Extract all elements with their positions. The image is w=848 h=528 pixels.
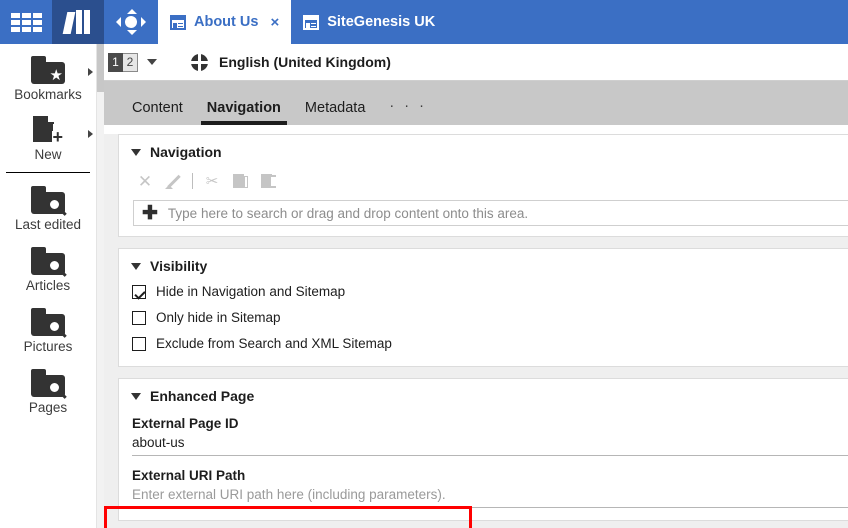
folder-search-icon <box>31 369 67 398</box>
sidebar-item-label: Bookmarks <box>14 87 82 102</box>
close-icon[interactable]: × <box>270 14 279 31</box>
checkbox-only-hide-in-sitemap[interactable] <box>132 310 146 325</box>
enhanced-page-panel-title: Enhanced Page <box>150 388 255 404</box>
sidebar-item-bookmarks[interactable]: ★ Bookmarks <box>0 44 96 102</box>
form-scroll-area: Navigation ✕ ✂ ✚ Type here to search or … <box>104 134 848 528</box>
sidebar-item-pictures[interactable]: Pictures <box>0 293 96 354</box>
document-tab-sitegenesis-uk[interactable]: SiteGenesis UK <box>291 0 448 44</box>
edit-pencil-icon[interactable] <box>159 169 187 193</box>
document-tabs: About Us × SiteGenesis UK <box>158 0 448 44</box>
navigator-button[interactable] <box>104 0 158 44</box>
checkbox-row-only-hide-in-sitemap[interactable]: Only hide in Sitemap <box>119 299 848 325</box>
application-window: About Us × SiteGenesis UK ★ Bookmarks + … <box>0 0 848 528</box>
enhanced-page-panel: Enhanced Page External Page ID about-us … <box>118 378 848 521</box>
books-logo-icon <box>62 10 91 34</box>
version-alternate[interactable]: 2 <box>123 52 138 72</box>
sidebar-item-last-edited[interactable]: Last edited <box>0 173 96 232</box>
external-uri-path-input[interactable]: Enter external URI path here (including … <box>132 487 848 508</box>
sidebar-item-label: Last edited <box>14 217 82 232</box>
sidebar-item-new[interactable]: + New <box>0 102 96 162</box>
grid-apps-icon <box>10 12 42 32</box>
top-navigation-bar: About Us × SiteGenesis UK <box>0 0 848 44</box>
page-tab-strip: Content Navigation Metadata · · · <box>104 81 848 125</box>
visibility-panel-header[interactable]: Visibility <box>119 258 848 274</box>
copy-icon[interactable] <box>226 169 254 193</box>
page-icon <box>170 14 186 30</box>
version-selected[interactable]: 1 <box>108 52 123 72</box>
sidebar-item-label: New <box>34 147 62 162</box>
document-tab-label: SiteGenesis UK <box>327 14 436 30</box>
triangle-down-icon[interactable] <box>131 148 141 156</box>
external-page-id-input[interactable]: about-us <box>132 435 848 456</box>
checkbox-label: Hide in Navigation and Sitemap <box>156 284 346 299</box>
version-switch[interactable]: 1 2 <box>108 52 138 72</box>
paste-icon[interactable] <box>254 169 282 193</box>
checkbox-row-hide-in-navigation[interactable]: Hide in Navigation and Sitemap <box>119 274 848 299</box>
checkbox-label: Exclude from Search and XML Sitemap <box>156 336 392 351</box>
document-tab-about-us[interactable]: About Us × <box>158 0 292 44</box>
left-sidebar: ★ Bookmarks + New Last edited Articles P… <box>0 44 105 528</box>
checkbox-label: Only hide in Sitemap <box>156 310 281 325</box>
locale-bar: 1 2 English (United Kingdom) <box>104 44 848 81</box>
navigation-panel: Navigation ✕ ✂ ✚ Type here to search or … <box>118 134 848 237</box>
navigation-search-dropzone[interactable]: ✚ Type here to search or drag and drop c… <box>133 200 848 226</box>
sidebar-item-articles[interactable]: Articles <box>0 232 96 293</box>
remove-icon[interactable]: ✕ <box>131 169 159 193</box>
field-label: External Page ID <box>132 416 239 431</box>
triangle-down-icon[interactable] <box>131 262 141 270</box>
sidebar-scrollbar[interactable] <box>96 44 105 528</box>
tab-overflow-button[interactable]: · · · <box>377 98 439 125</box>
apps-grid-button[interactable] <box>0 0 52 44</box>
tab-content[interactable]: Content <box>120 100 195 125</box>
sidebar-item-label: Pictures <box>23 339 73 354</box>
logo-button[interactable] <box>52 0 104 44</box>
plus-icon[interactable]: ✚ <box>134 204 168 223</box>
sidebar-item-label: Pages <box>28 400 68 415</box>
field-label: External URI Path <box>132 468 246 483</box>
tab-metadata[interactable]: Metadata <box>293 100 377 125</box>
navigation-panel-title: Navigation <box>150 144 222 160</box>
navigator-crosshair-icon <box>116 9 146 35</box>
folder-star-icon: ★ <box>31 56 65 84</box>
toolbar-divider <box>192 173 193 189</box>
document-tab-label: About Us <box>194 14 259 30</box>
checkbox-hide-in-navigation[interactable] <box>132 284 146 299</box>
navigation-panel-header[interactable]: Navigation <box>119 144 848 160</box>
main-content-area: 1 2 English (United Kingdom) Content Nav… <box>104 44 848 528</box>
folder-search-icon <box>31 247 67 276</box>
chevron-right-icon[interactable] <box>88 68 93 76</box>
checkbox-exclude-from-search[interactable] <box>132 336 146 351</box>
tab-navigation[interactable]: Navigation <box>195 100 293 125</box>
locale-label: English (United Kingdom) <box>219 54 391 70</box>
folder-search-icon <box>31 186 67 215</box>
navigation-toolbar: ✕ ✂ <box>119 160 848 196</box>
enhanced-page-panel-header[interactable]: Enhanced Page <box>119 388 848 404</box>
page-icon <box>303 14 320 30</box>
visibility-panel: Visibility Hide in Navigation and Sitema… <box>118 248 848 367</box>
cut-scissors-icon[interactable]: ✂ <box>198 169 226 193</box>
folder-search-icon <box>31 308 67 337</box>
field-external-uri-path: External URI Path Enter external URI pat… <box>119 468 848 508</box>
new-document-icon: + <box>33 116 63 146</box>
triangle-down-icon[interactable] <box>131 392 141 400</box>
visibility-panel-title: Visibility <box>150 258 208 274</box>
checkbox-row-exclude-from-search[interactable]: Exclude from Search and XML Sitemap <box>119 325 848 351</box>
globe-icon <box>191 53 208 71</box>
chevron-right-icon[interactable] <box>88 130 93 138</box>
sidebar-item-pages[interactable]: Pages <box>0 354 96 415</box>
chevron-down-icon[interactable] <box>147 59 157 65</box>
sidebar-item-label: Articles <box>25 278 71 293</box>
field-external-page-id: External Page ID about-us <box>119 416 848 456</box>
navigation-search-placeholder: Type here to search or drag and drop con… <box>167 205 529 221</box>
